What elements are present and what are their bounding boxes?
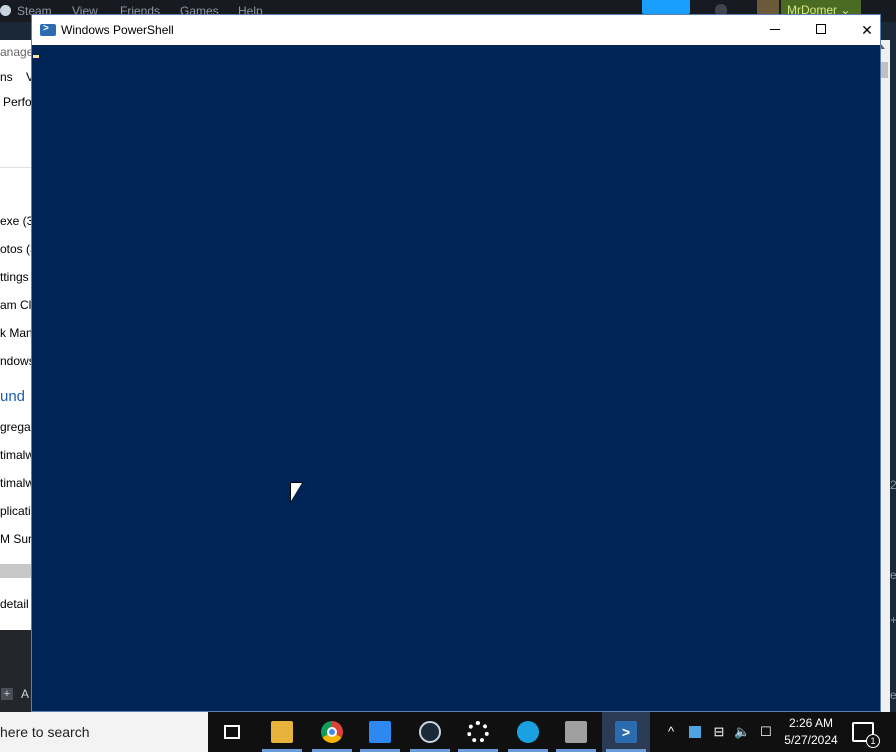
edge-text: e	[890, 688, 896, 702]
task-manager-title: anage	[0, 45, 31, 59]
window-title: Windows PowerShell	[61, 23, 174, 37]
photos-button[interactable]	[356, 712, 404, 752]
list-item[interactable]: gregat	[0, 420, 31, 434]
steam-icon	[419, 721, 441, 743]
powershell-taskbar-button[interactable]: >	[602, 712, 650, 752]
edge-text: e	[890, 568, 896, 582]
search-box[interactable]: here to search	[0, 712, 208, 752]
add-label: A	[21, 687, 30, 701]
list-item[interactable]: exe (3	[0, 214, 31, 228]
task-manager-fragment: anage ns V Perfo exe (3 otos (3 ttings a…	[0, 40, 31, 630]
calculator-button[interactable]	[552, 712, 600, 752]
console-area[interactable]	[32, 45, 872, 711]
notification-badge: 1	[866, 734, 880, 748]
fewer-details-link[interactable]: detail	[0, 597, 29, 611]
calculator-icon	[565, 721, 587, 743]
tm-menu-options[interactable]: ns	[0, 70, 13, 84]
tab-performance[interactable]: Perfo	[3, 95, 31, 109]
mouse-pointer-icon	[291, 483, 302, 501]
list-item[interactable]: ndows	[0, 354, 31, 368]
settings-button[interactable]	[454, 712, 502, 752]
list-item[interactable]: timalw	[0, 476, 31, 490]
title-bar[interactable]: > Windows PowerShell ✕	[32, 15, 880, 45]
powershell-icon: >	[40, 23, 56, 36]
add-icon[interactable]: +	[1, 688, 13, 700]
task-view-icon	[224, 725, 240, 739]
steam-button[interactable]	[406, 712, 454, 752]
steam-friends-icon[interactable]	[715, 4, 727, 14]
app-icon	[517, 721, 539, 743]
clock-date: 5/27/2024	[784, 733, 838, 747]
powershell-window: > Windows PowerShell ✕	[31, 14, 881, 712]
security-icon[interactable]: ☐	[758, 724, 774, 740]
list-item[interactable]: k Man	[0, 326, 31, 340]
folder-icon	[271, 721, 293, 743]
group-header-background: und	[0, 388, 26, 405]
list-item[interactable]: M Sur	[0, 532, 31, 546]
edge-strip: 2 e + e	[890, 40, 896, 712]
edge-text: +	[890, 613, 896, 627]
powershell-icon: >	[615, 721, 637, 743]
clock-time: 2:26 AM	[788, 716, 834, 730]
taskbar: here to search > ^ ⊟ 🔈 ☐ 2:26 AM 5/27/20…	[0, 712, 896, 752]
divider	[0, 167, 31, 168]
search-placeholder: here to search	[0, 724, 90, 740]
list-item[interactable]: timalw	[0, 448, 31, 462]
steam-footer-fragment: + A	[0, 630, 31, 712]
chrome-icon	[321, 721, 343, 743]
show-hidden-icons-button[interactable]: ^	[663, 724, 679, 740]
text-cursor	[33, 55, 39, 58]
minimize-button[interactable]	[752, 15, 798, 45]
photos-icon	[369, 721, 391, 743]
console-scrollbar[interactable]	[872, 45, 880, 711]
volume-muted-icon[interactable]: 🔈	[734, 724, 750, 740]
file-explorer-button[interactable]	[258, 712, 306, 752]
list-item[interactable]: otos (3	[0, 242, 31, 256]
developer-app-button[interactable]	[504, 712, 552, 752]
steam-notification-button[interactable]	[642, 0, 690, 14]
list-item[interactable]: plicati	[0, 504, 31, 518]
chrome-button[interactable]	[308, 712, 356, 752]
list-item[interactable]: am Cl	[0, 298, 31, 312]
task-view-button[interactable]	[208, 712, 256, 752]
edge-text: 2	[890, 478, 896, 492]
gear-icon	[467, 721, 489, 743]
list-item[interactable]: ttings	[0, 270, 29, 284]
maximize-button[interactable]	[798, 15, 844, 45]
close-button[interactable]: ✕	[844, 15, 890, 45]
system-clock[interactable]: 2:26 AM 5/27/2024	[778, 715, 844, 749]
horizontal-scrollbar[interactable]	[0, 564, 31, 578]
steam-logo-icon	[0, 5, 11, 16]
tray-app-icon[interactable]	[687, 724, 703, 740]
network-icon[interactable]: ⊟	[711, 724, 727, 740]
